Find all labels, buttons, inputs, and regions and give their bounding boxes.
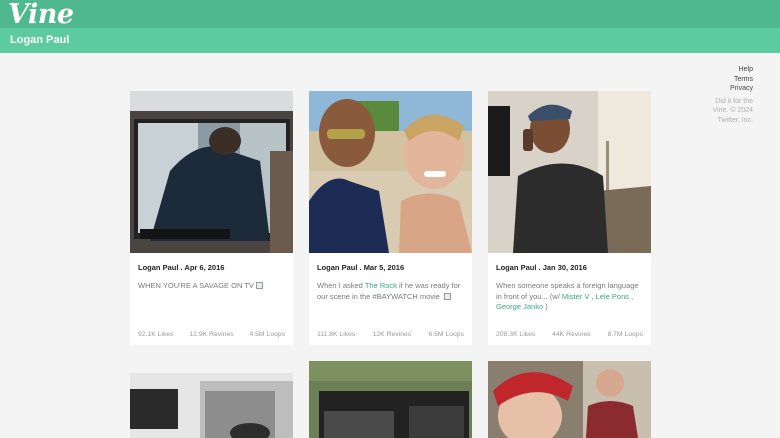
sidebar-links: Help Terms Privacy Did it for the Vine. … bbox=[707, 65, 753, 125]
post-card[interactable] bbox=[130, 361, 293, 438]
post-author[interactable]: Logan Paul bbox=[317, 263, 357, 272]
profile-name[interactable]: Logan Paul bbox=[10, 34, 69, 46]
post-card[interactable]: Logan Paul . Apr 6, 2016 WHEN YOU'RE A S… bbox=[130, 91, 293, 345]
loops-count: 6.5M Loops bbox=[428, 331, 464, 338]
post-card[interactable]: Logan Paul . Mar 5, 2016 When I asked Th… bbox=[309, 91, 472, 345]
caption-text: WHEN YOU'RE A SAVAGE ON TV bbox=[138, 281, 254, 290]
likes-count: 208.3K Likes bbox=[496, 331, 536, 338]
post-stats: 92.1K Likes 12.9K Revines 4.5M Loops bbox=[138, 331, 285, 338]
mention-link[interactable]: Lele Pons bbox=[596, 292, 629, 301]
video-thumbnail[interactable] bbox=[488, 91, 651, 253]
mention-link[interactable]: George Janko bbox=[496, 302, 543, 311]
post-stats: 111.8K Likes 12K Revines 6.5M Loops bbox=[317, 331, 464, 338]
copyright-text: Did it for the Vine. © 2024 Twitter, Inc… bbox=[712, 97, 753, 124]
revines-count: 12.9K Revines bbox=[189, 331, 234, 338]
post-meta: Logan Paul . Jan 30, 2016 bbox=[496, 263, 587, 272]
terms-link[interactable]: Terms bbox=[707, 75, 753, 85]
profile-bar: Logan Paul bbox=[0, 28, 780, 53]
revines-count: 44K Revines bbox=[552, 331, 591, 338]
post-card[interactable] bbox=[309, 361, 472, 438]
privacy-link[interactable]: Privacy bbox=[707, 84, 753, 94]
post-caption: When someone speaks a foreign language i… bbox=[496, 281, 644, 313]
post-author[interactable]: Logan Paul bbox=[138, 263, 178, 272]
top-bar: Vine bbox=[0, 0, 780, 30]
post-stats: 208.3K Likes 44K Revines 8.7M Loops bbox=[496, 331, 643, 338]
broken-image-icon bbox=[255, 282, 263, 289]
caption-text: ) bbox=[543, 302, 548, 311]
likes-count: 111.8K Likes bbox=[317, 331, 356, 338]
post-meta: Logan Paul . Apr 6, 2016 bbox=[138, 263, 224, 272]
vine-logo[interactable]: Vine bbox=[8, 0, 74, 30]
broken-image-icon bbox=[443, 292, 451, 300]
caption-separator: , bbox=[629, 291, 634, 301]
loops-count: 8.7M Loops bbox=[607, 331, 643, 338]
post-author[interactable]: Logan Paul bbox=[496, 263, 536, 272]
loops-count: 4.5M Loops bbox=[249, 331, 285, 338]
post-date[interactable]: Jan 30, 2016 bbox=[543, 263, 587, 272]
post-date[interactable]: Apr 6, 2016 bbox=[184, 263, 224, 272]
post-card[interactable]: Logan Paul . Jan 30, 2016 When someone s… bbox=[488, 91, 651, 345]
video-thumbnail[interactable] bbox=[130, 91, 293, 253]
post-caption: When I asked The Rock if he was ready fo… bbox=[317, 281, 465, 302]
help-link[interactable]: Help bbox=[707, 65, 753, 75]
post-caption: WHEN YOU'RE A SAVAGE ON TV bbox=[138, 281, 286, 292]
video-thumbnail[interactable] bbox=[309, 361, 472, 438]
revines-count: 12K Revines bbox=[372, 331, 412, 338]
video-thumbnail[interactable] bbox=[488, 361, 651, 438]
post-card[interactable] bbox=[488, 361, 651, 438]
likes-count: 92.1K Likes bbox=[138, 331, 174, 338]
video-thumbnail[interactable] bbox=[309, 91, 472, 253]
caption-text: When I asked bbox=[317, 281, 365, 290]
post-meta: Logan Paul . Mar 5, 2016 bbox=[317, 263, 404, 272]
video-thumbnail[interactable] bbox=[130, 361, 293, 438]
post-date[interactable]: Mar 5, 2016 bbox=[364, 263, 404, 272]
mention-link[interactable]: Mister V bbox=[562, 292, 590, 301]
mention-link[interactable]: The Rock bbox=[365, 281, 397, 290]
